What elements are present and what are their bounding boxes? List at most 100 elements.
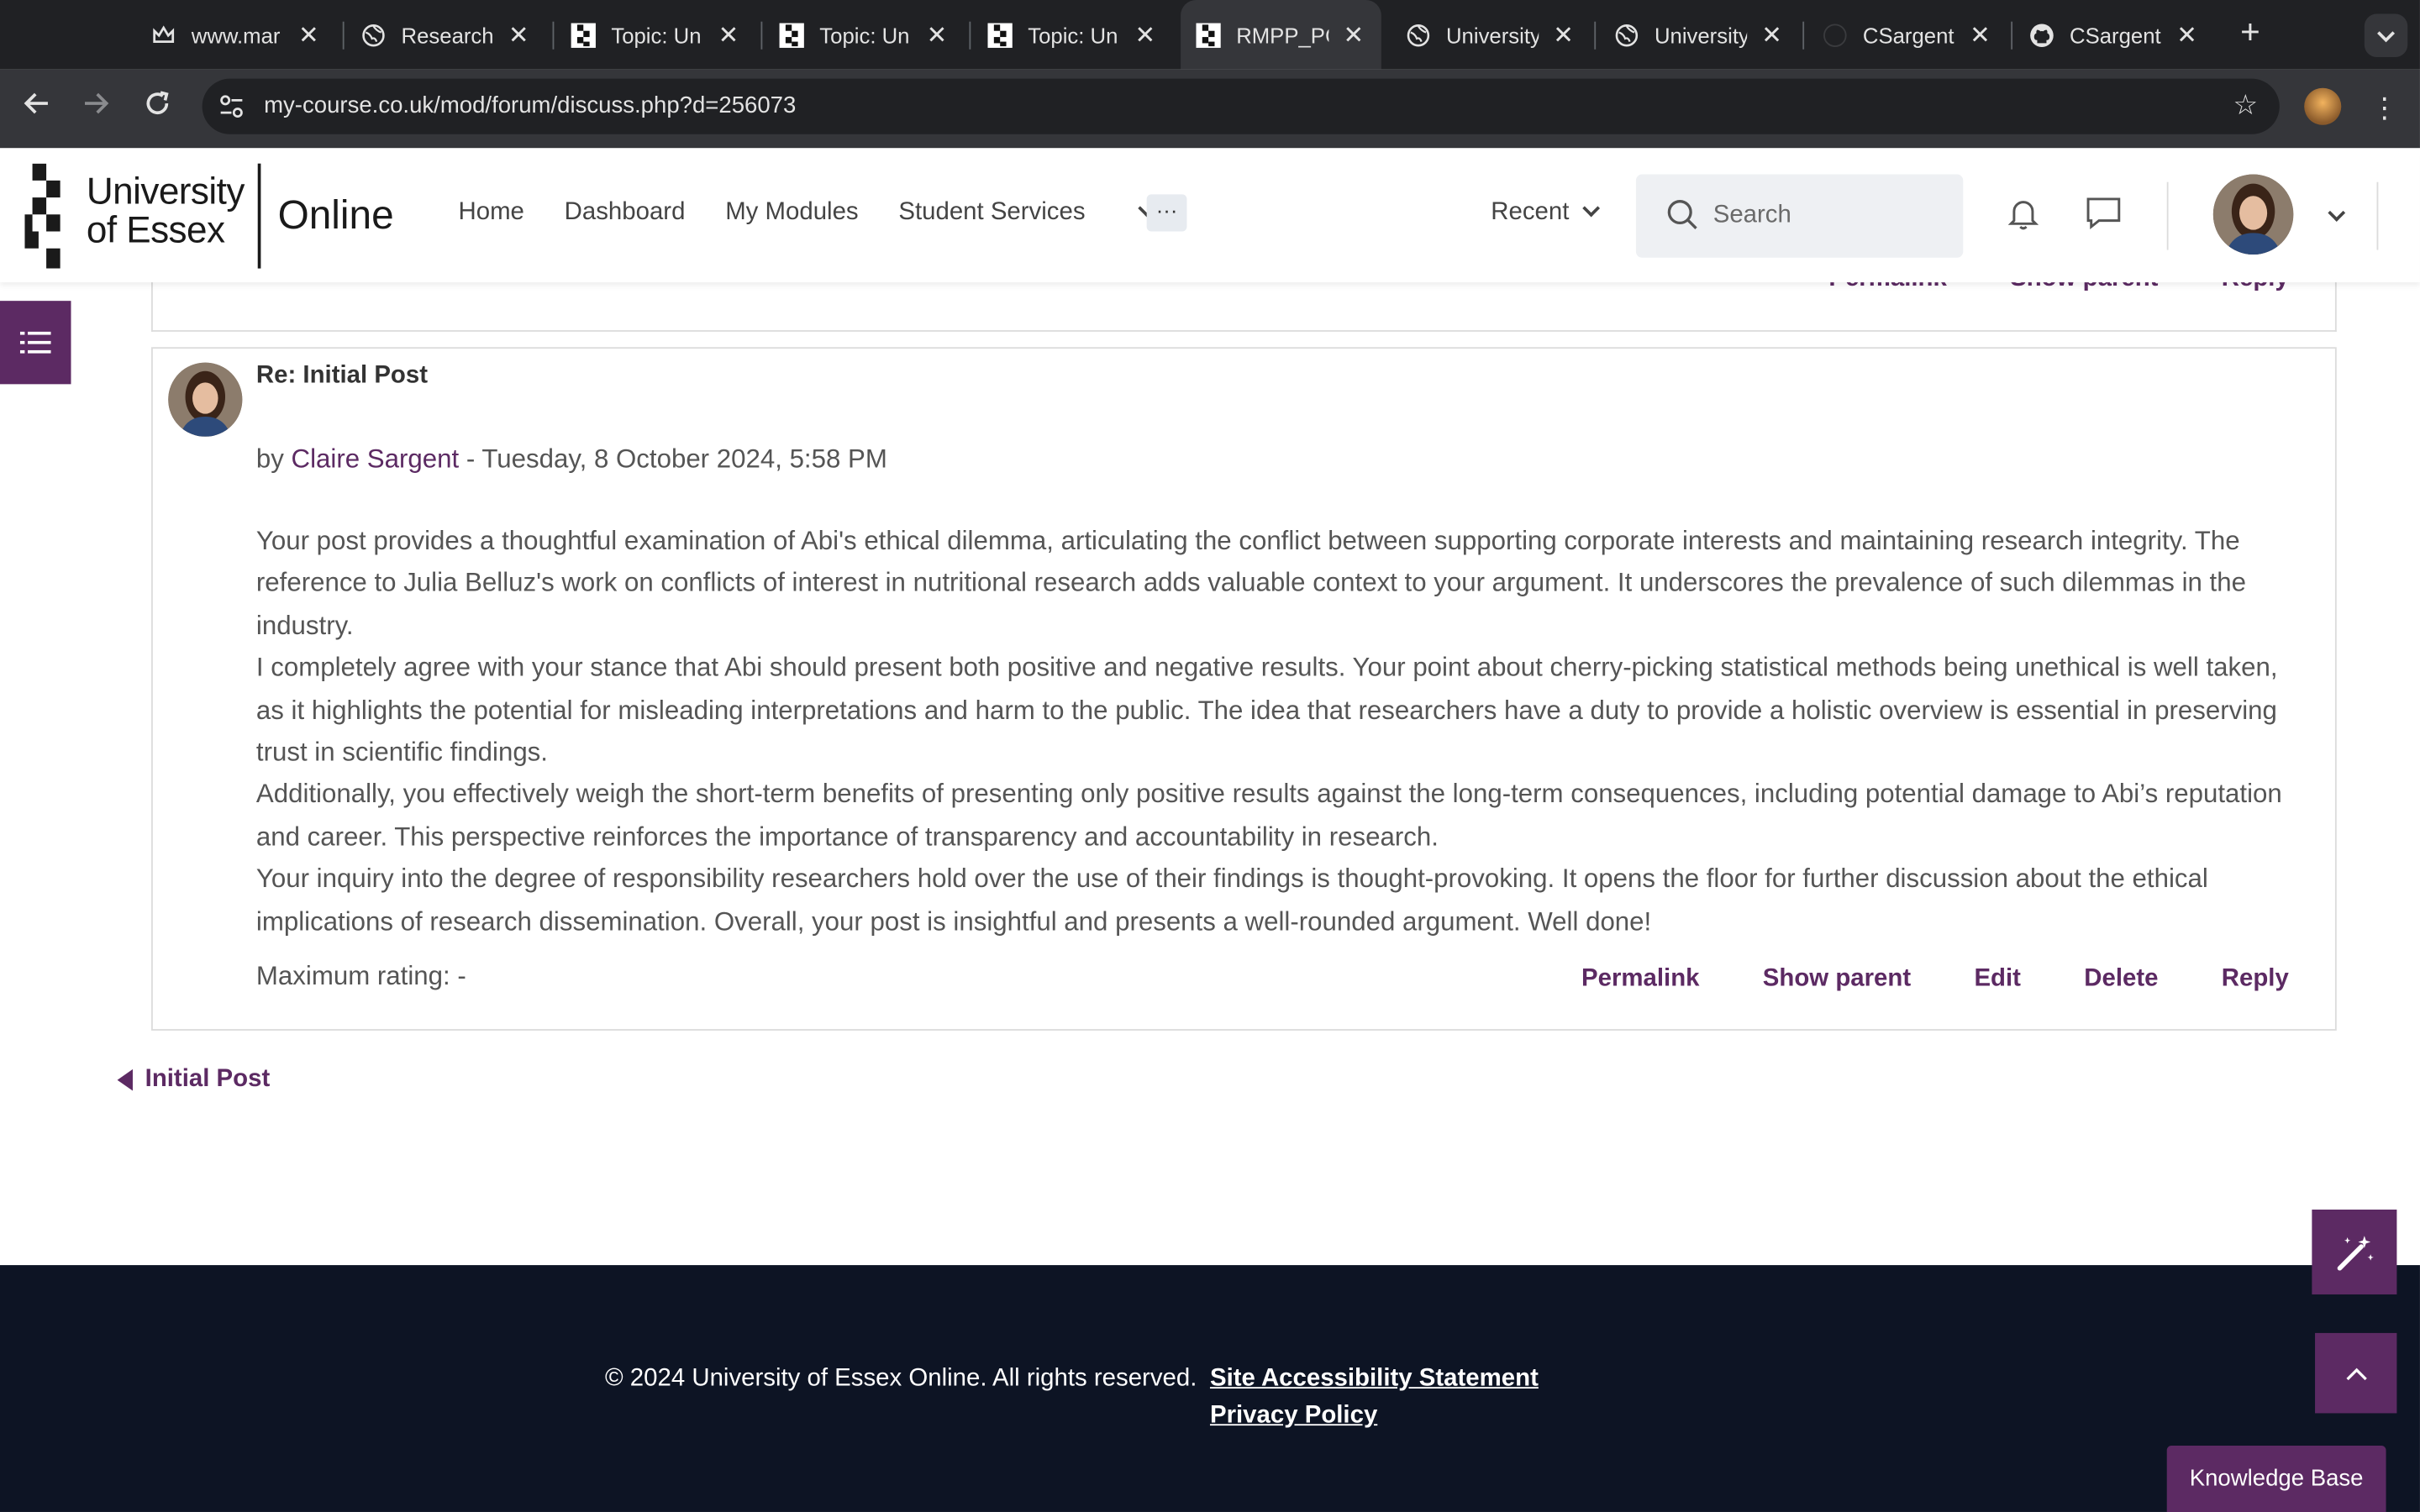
arrow-left-icon [24,92,48,114]
nav-dashboard[interactable]: Dashboard [565,199,686,227]
essex-icon [779,22,804,48]
close-icon[interactable]: ✕ [506,19,530,50]
tab-title: CSargent [2070,22,2161,48]
site-info-icon[interactable] [218,92,245,120]
browser-tab[interactable]: University ✕ [1406,0,1576,70]
browser-tab[interactable]: CSargent ✕ [1823,0,1992,70]
author-avatar[interactable] [168,362,243,437]
accessibility-statement-link[interactable]: Site Accessibility Statement [1210,1365,1539,1393]
checkerboard-logo-icon [24,163,60,269]
previous-discussion-link[interactable]: Initial Post [117,1066,271,1094]
reload-button[interactable] [137,88,177,129]
close-icon[interactable]: ✕ [924,19,949,50]
back-button[interactable] [17,88,57,129]
tab-search-button[interactable] [2364,13,2408,57]
post-actions: Permalink Show parent Edit Delete Reply [1581,966,2289,994]
permalink-link[interactable]: Permalink [1581,966,1699,994]
post-paragraph: Your post provides a thoughtful examinat… [255,526,2246,640]
magic-wand-icon [2336,1235,2373,1270]
user-menu-chevron-icon[interactable] [2328,204,2346,222]
globe-icon [1406,23,1430,47]
address-bar[interactable]: my-course.co.uk/mod/forum/discuss.php?d=… [202,78,2280,134]
tab-title: Topic: Un [819,22,910,48]
post-paragraph: I completely agree with your stance that… [255,653,2278,767]
messages-icon[interactable] [2085,194,2122,231]
tab-title: www.mar [191,22,281,48]
recent-menu[interactable]: Recent [1491,199,1600,227]
tab-separator [1802,21,1805,50]
more-menu-button[interactable]: ··· [1146,194,1187,232]
bookmark-star-icon[interactable]: ☆ [2233,90,2258,123]
browser-tab[interactable]: University ✕ [1614,0,1784,70]
browser-tab[interactable]: Topic: Un ✕ [779,0,950,70]
close-icon[interactable]: ✕ [2175,19,2199,50]
post-subject: Re: Initial Post [255,362,428,389]
reload-icon [146,91,169,114]
nav-home[interactable]: Home [458,199,523,227]
list-icon [19,331,51,354]
essex-icon [1196,22,1221,48]
show-parent-link[interactable]: Show parent [1763,966,1911,994]
course-index-toggle[interactable] [0,301,71,385]
chevron-down-icon [1581,199,1600,218]
browser-tab[interactable]: www.mar ✕ [151,0,321,70]
browser-tab[interactable]: Topic: Un ✕ [571,0,741,70]
back-to-top-button[interactable] [2315,1332,2397,1414]
knowledge-base-button[interactable]: Knowledge Base [2166,1445,2386,1512]
close-icon[interactable]: ✕ [297,19,321,50]
essex-icon [571,22,596,48]
nav-my-modules[interactable]: My Modules [725,199,858,227]
notification-bell-icon[interactable] [2005,194,2042,231]
post-paragraph: Your inquiry into the degree of responsi… [255,864,2208,937]
browser-tab[interactable]: Research ✕ [361,0,531,70]
post-date: - Tuesday, 8 October 2024, 5:58 PM [459,444,887,474]
logo-line-1: University [86,171,245,213]
tab-title: University [1654,22,1748,48]
tab-separator [760,21,763,50]
site-header: University of Essex Online Home Dashboar… [0,148,2420,283]
triangle-left-icon [117,1068,133,1091]
chevron-down-icon [2377,31,2396,43]
reply-link[interactable]: Reply [2222,966,2289,994]
browser-menu-icon[interactable]: ⋮ [2370,88,2398,129]
browser-toolbar: my-course.co.uk/mod/forum/discuss.php?d=… [0,69,2420,149]
site-footer: © 2024 University of Essex Online. All r… [0,1265,2420,1512]
browser-profile-avatar[interactable] [2304,87,2342,125]
close-icon[interactable]: ✕ [716,19,740,50]
nav-student-services-label: Student Services [898,198,1086,226]
nav-student-services[interactable]: Student Services [898,198,1156,227]
browser-tab[interactable]: Topic: Un ✕ [987,0,1157,70]
url-text[interactable]: my-course.co.uk/mod/forum/discuss.php?d=… [264,92,796,118]
search-box[interactable] [1635,174,1964,258]
close-icon[interactable]: ✕ [1760,19,1784,50]
close-icon[interactable]: ✕ [1551,19,1576,50]
privacy-policy-link[interactable]: Privacy Policy [1210,1403,1539,1431]
primary-navigation: Home Dashboard My Modules Student Servic… [458,199,1193,227]
browser-tab-active[interactable]: RMPP_PC ✕ [1181,0,1381,70]
github-icon [2029,23,2054,47]
logo-line-2: of Essex [86,209,225,252]
browser-tab[interactable]: CSargent ✕ [2029,0,2199,70]
forward-button[interactable] [76,88,116,129]
magic-wand-button[interactable] [2312,1209,2397,1294]
forum-post: Re: Initial Post by Claire Sargent - Tue… [150,347,2337,1031]
tab-separator [552,21,555,50]
globe-icon [1614,23,1639,47]
copyright-text: © 2024 University of Essex Online. All r… [604,1365,1197,1392]
tab-title: Research [401,22,494,48]
university-logo[interactable]: University of Essex Online [24,163,394,269]
previous-discussion-label: Initial Post [145,1066,271,1093]
author-link[interactable]: Claire Sargent [292,444,460,474]
edit-link[interactable]: Edit [1974,966,2021,994]
max-rating: Maximum rating: - [255,961,466,991]
close-icon[interactable]: ✕ [1341,19,1365,50]
close-icon[interactable]: ✕ [1968,19,1992,50]
search-input[interactable] [1712,197,1945,235]
new-tab-button[interactable]: + [2232,13,2269,51]
close-icon[interactable]: ✕ [1133,19,1157,50]
delete-link[interactable]: Delete [2084,966,2158,994]
tab-separator [2011,21,2013,50]
user-avatar[interactable] [2212,174,2294,255]
essex-icon [987,22,1013,48]
post-byline: by Claire Sargent - Tuesday, 8 October 2… [256,444,887,475]
